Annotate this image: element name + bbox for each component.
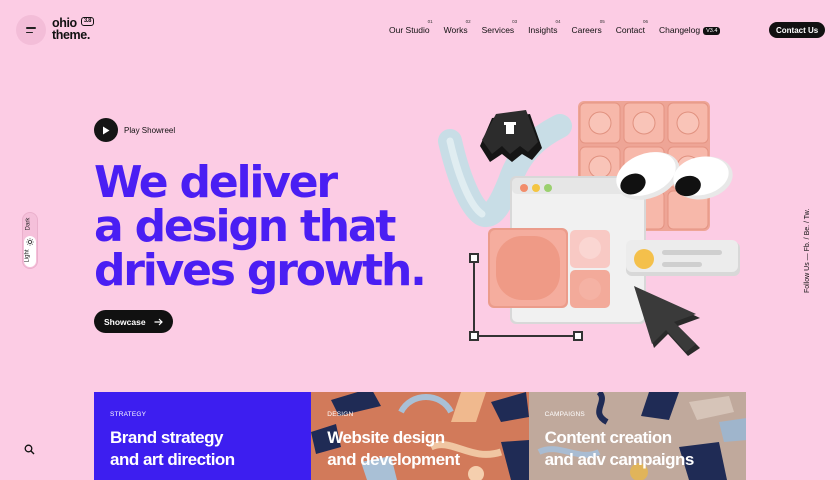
nav-insights[interactable]: Insights 04	[528, 19, 560, 35]
card-strategy-label: STRATEGY	[110, 411, 147, 418]
services-cards: STRATEGY Brand strategy and art direction…	[94, 392, 746, 480]
play-button[interactable]	[94, 118, 118, 142]
nav-services[interactable]: Services 03	[482, 19, 518, 35]
card-campaigns[interactable]: CAMPAIGNS Content creation and adv campai…	[528, 392, 746, 480]
play-showreel-label: Play Showreel	[124, 125, 176, 135]
sun-icon	[26, 238, 34, 246]
showcase-button[interactable]: Showcase	[94, 310, 173, 333]
main-nav: Our Studio 01 Works 02 Services 03 Insights…	[389, 19, 734, 35]
menu-icon	[26, 27, 36, 29]
nav-careers[interactable]: Careers 05	[571, 19, 604, 35]
toggle-card	[626, 240, 740, 276]
contact-us-button[interactable]: Contact Us	[769, 22, 826, 38]
menu-button[interactable]	[16, 15, 46, 45]
nav-contact[interactable]: Contact 06	[616, 19, 648, 35]
follow-us-links[interactable]: Follow Us — Fb. / Be. / Tw.	[804, 209, 811, 293]
logo-version-badge: 3.8	[80, 17, 95, 26]
card-strategy-title: Brand strategy and art direction	[110, 428, 235, 469]
search-icon[interactable]	[24, 444, 35, 455]
changelog-version-badge: V3.4	[703, 27, 721, 35]
letter-a-3d	[480, 110, 542, 162]
theme-light-label[interactable]: Light	[25, 249, 31, 262]
play-showreel[interactable]: Play Showreel	[94, 118, 175, 142]
card-strategy[interactable]: STRATEGY Brand strategy and art direction	[94, 392, 312, 480]
card-campaigns-label: CAMPAIGNS	[544, 411, 585, 418]
theme-switch[interactable]: Dark Light	[22, 212, 38, 269]
card-design-label: DESIGN	[327, 411, 354, 418]
hero-illustration	[438, 101, 740, 356]
card-design-title: Website design and development	[327, 428, 460, 469]
nav-changelog[interactable]: Changelog V3.4	[659, 25, 721, 35]
play-icon	[103, 126, 110, 134]
hero-headline: We deliver a design that drives growth.	[94, 157, 427, 296]
logo[interactable]: ohio 3.8 theme.	[52, 17, 95, 41]
card-design[interactable]: DESIGN Website design and development	[311, 392, 529, 480]
lego-blocks-bottom	[488, 228, 610, 308]
card-campaigns-title: Content creation and adv campaigns	[544, 428, 695, 469]
theme-dark-label[interactable]: Dark	[25, 218, 31, 231]
arrow-right-icon	[154, 318, 163, 325]
nav-our-studio[interactable]: Our Studio 01	[389, 19, 433, 35]
nav-works[interactable]: Works 02	[444, 19, 471, 35]
